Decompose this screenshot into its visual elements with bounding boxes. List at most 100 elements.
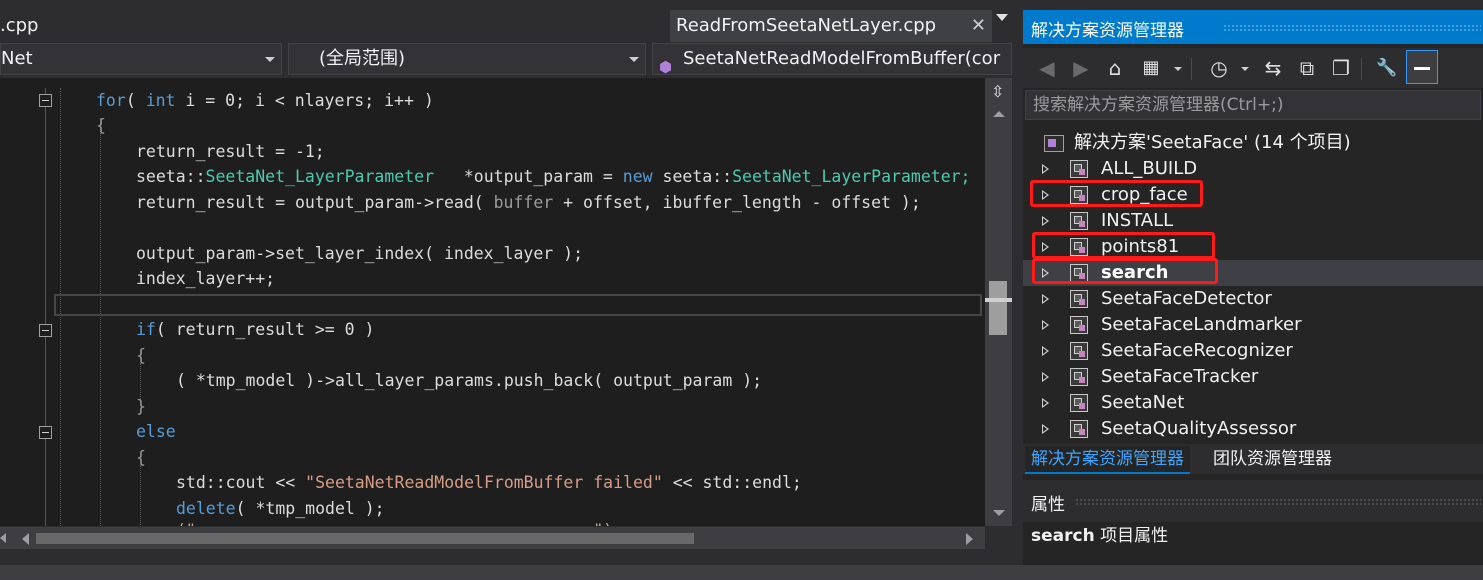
code-text: *output_param = [434, 167, 623, 186]
indent-guide [100, 118, 101, 526]
chevron-down-icon[interactable] [1241, 67, 1249, 71]
preview-selected-icon[interactable] [1406, 50, 1438, 84]
tree-item-project[interactable]: SeetaFaceDetector [1023, 286, 1483, 312]
panel-tabs: 解决方案资源管理器 团队资源管理器 [1023, 444, 1483, 474]
function-combo[interactable]: ⬢ SeetaNetReadModelFromBuffer(cor [652, 43, 1012, 75]
type-name: SeetaNet_LayerParameter [205, 167, 435, 186]
toolbar-separator [1191, 58, 1192, 80]
home-icon[interactable]: ⌂ [1101, 52, 1129, 84]
tab-solution-explorer[interactable]: 解决方案资源管理器 [1025, 446, 1190, 474]
tree-item-label: ALL_BUILD [1101, 158, 1198, 179]
back-icon[interactable]: ◀ [1033, 52, 1061, 84]
scroll-right-icon[interactable] [966, 533, 973, 545]
project-icon [1070, 160, 1088, 178]
switch-views-icon[interactable]: ▦ [1137, 52, 1165, 84]
tree-item-label: 解决方案'SeetaFace' (14 个项目) [1074, 132, 1351, 153]
fold-toggle[interactable] [39, 426, 52, 439]
scroll-thumb[interactable] [36, 533, 694, 544]
chevron-down-icon [265, 57, 275, 62]
tree-item-project[interactable]: SeetaFaceRecognizer [1023, 338, 1483, 364]
drag-grip[interactable] [1075, 498, 1481, 505]
tree-item-project[interactable]: SeetaQualityAssessor [1023, 416, 1483, 442]
caret-position-marker [985, 298, 1012, 302]
drag-grip[interactable] [1223, 24, 1481, 31]
scroll-thumb[interactable] [989, 281, 1007, 335]
scope-combo-value: (全局范围) [319, 48, 406, 69]
tab-previous-cpp[interactable]: .cpp [0, 10, 38, 42]
code-line: std::cout << "SeetaNetReadModelFromBuffe… [176, 470, 802, 495]
tree-item-label: SeetaFaceDetector [1101, 288, 1272, 309]
project-combo[interactable]: Net [0, 43, 282, 75]
properties-target[interactable]: search 项目属性 [1031, 522, 1168, 550]
string-literal: "SeetaNetReadModelFromBuffer failed" [305, 473, 663, 492]
expand-arrow-icon[interactable] [1042, 164, 1049, 174]
panel-titlebar[interactable]: 解决方案资源管理器 [1023, 10, 1483, 44]
current-line-highlight [54, 294, 982, 316]
search-input[interactable]: 搜索解决方案资源管理器(Ctrl+;) [1025, 90, 1481, 120]
close-icon[interactable]: ✕ [971, 10, 986, 42]
wrench-icon[interactable]: 🔧 [1373, 52, 1401, 84]
expand-arrow-icon[interactable] [1042, 294, 1049, 304]
tree-item-label: INSTALL [1101, 210, 1174, 231]
tree-item-project[interactable]: SeetaFaceTracker [1023, 364, 1483, 390]
fold-toggle[interactable] [39, 324, 52, 337]
project-icon [1070, 368, 1088, 386]
tree-item-project[interactable]: INSTALL [1023, 208, 1483, 234]
tab-list-dropdown-icon[interactable] [996, 14, 1008, 21]
code-text: << std::endl; [662, 473, 802, 492]
code-view[interactable]: for( int i = 0; i < nlayers; i++ ) { ret… [0, 78, 985, 526]
tree-item-solution[interactable]: 解决方案'SeetaFace' (14 个项目) [1023, 130, 1483, 156]
pending-changes-icon[interactable]: ◷ [1205, 52, 1233, 84]
tree-item-project[interactable]: SeetaNet [1023, 390, 1483, 416]
chevron-down-icon[interactable] [1174, 67, 1182, 71]
code-text: ( *tmp_model ); [235, 499, 385, 518]
code-text: ( [125, 91, 146, 110]
split-handle-icon[interactable]: ⇳ [991, 82, 1004, 101]
highlight-box-points81 [1032, 232, 1215, 259]
code-line: return_result = output_param->read( buff… [136, 190, 921, 215]
scroll-far-left-icon[interactable] [0, 533, 6, 543]
fold-gutter [45, 88, 46, 526]
expand-arrow-icon[interactable] [1042, 372, 1049, 382]
code-line: ( *tmp_model )->all_layer_params.push_ba… [176, 371, 763, 390]
expand-arrow-icon[interactable] [1042, 216, 1049, 226]
fold-toggle[interactable] [39, 94, 52, 107]
scroll-down-icon[interactable] [993, 510, 1005, 516]
properties-target-suffix: 项目属性 [1094, 526, 1169, 546]
chevron-down-icon [629, 57, 639, 62]
tree-item-project[interactable]: ALL_BUILD [1023, 156, 1483, 182]
scroll-left-icon[interactable] [22, 533, 29, 545]
expand-arrow-icon[interactable] [1042, 398, 1049, 408]
panel-titlebar[interactable]: 属性 [1023, 480, 1483, 522]
show-all-files-icon[interactable]: ❐ [1327, 52, 1355, 84]
sync-with-document-icon[interactable]: ⇆ [1259, 52, 1287, 84]
highlight-box-crop-face [1030, 180, 1203, 207]
expand-arrow-icon[interactable] [1042, 424, 1049, 434]
scope-combo[interactable]: (全局范围) [288, 43, 646, 75]
forward-icon[interactable]: ▶ [1067, 52, 1095, 84]
vertical-scrollbar[interactable]: ⇳ [985, 78, 1012, 526]
code-text: + offset, ibuffer_length - offset ); [553, 193, 921, 212]
tree-item-label: SeetaFaceTracker [1101, 366, 1259, 387]
indent-guide [140, 465, 141, 525]
expand-arrow-icon[interactable] [1042, 320, 1049, 330]
string-literal: (" ") [176, 521, 613, 526]
code-line: } [136, 397, 146, 416]
collapse-all-icon[interactable]: ⧉ [1293, 52, 1321, 84]
tab-readfromseetanetlayer[interactable]: ReadFromSeetaNetLayer.cpp ✕ [670, 10, 992, 42]
code-text: buffer [493, 193, 554, 212]
horizontal-scrollbar[interactable] [0, 527, 985, 549]
expand-arrow-icon[interactable] [1042, 346, 1049, 356]
tree-item-label: SeetaFaceLandmarker [1101, 314, 1302, 335]
code-line: return_result = -1; [136, 142, 325, 161]
code-line: { [136, 346, 146, 365]
function-combo-value: SeetaNetReadModelFromBuffer(cor [683, 48, 1001, 69]
solution-icon [1044, 135, 1064, 152]
code-text: return_result = output_param->read( [136, 193, 494, 212]
project-icon [1070, 316, 1088, 334]
tree-item-project[interactable]: SeetaFaceLandmarker [1023, 312, 1483, 338]
scroll-up-icon[interactable] [993, 111, 1005, 117]
code-line: if( return_result >= 0 ) [136, 317, 374, 342]
tab-team-explorer[interactable]: 团队资源管理器 [1207, 446, 1338, 474]
code-line: seeta::SeetaNet_LayerParameter *output_p… [136, 164, 971, 189]
